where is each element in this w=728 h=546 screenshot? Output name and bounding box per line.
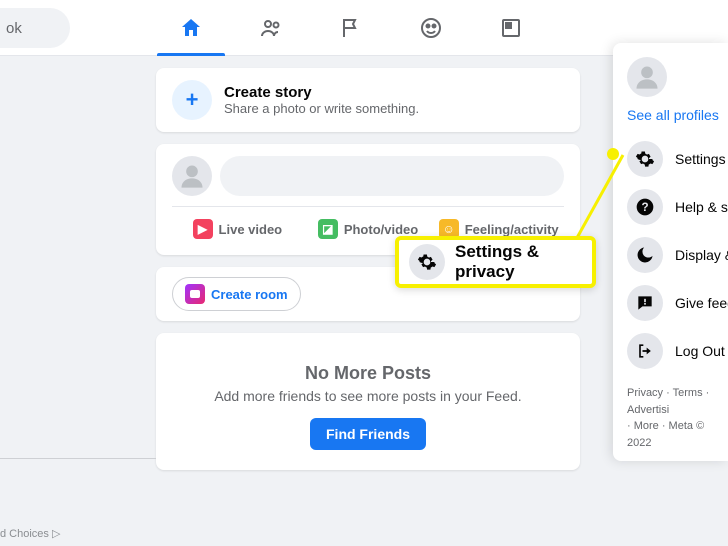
help-icon: ? — [627, 189, 663, 225]
find-friends-button[interactable]: Find Friends — [310, 418, 426, 450]
no-posts-title: No More Posts — [172, 363, 564, 384]
avatar[interactable] — [172, 156, 212, 196]
nav-home[interactable] — [155, 0, 227, 56]
camera-icon — [185, 284, 205, 304]
search-input[interactable]: ok — [0, 8, 70, 48]
live-video-label: Live video — [219, 222, 283, 237]
avatar — [627, 57, 667, 97]
live-video-button[interactable]: ▶ Live video — [172, 211, 303, 247]
settings-privacy-callout: Settings & privacy — [395, 236, 596, 288]
account-dropdown: See all profiles Settings & priv ? Help … — [613, 43, 728, 461]
composer-top — [172, 156, 564, 196]
nav-center — [155, 0, 547, 56]
nav-gaming[interactable] — [475, 0, 547, 56]
create-story-card[interactable]: + Create story Share a photo or write so… — [156, 68, 580, 132]
friends-icon — [259, 16, 283, 40]
plus-icon: + — [172, 80, 212, 120]
menu-display[interactable]: Display & acce — [627, 231, 728, 279]
flag-icon — [339, 16, 363, 40]
footer-line-1: Privacy · Terms · Advertisi — [627, 385, 728, 418]
callout-label: Settings & privacy — [455, 242, 582, 282]
no-posts-card: No More Posts Add more friends to see mo… — [156, 333, 580, 470]
composer-input[interactable] — [220, 156, 564, 196]
home-icon — [179, 16, 203, 40]
bottom-fragment: d Choices ▷ — [0, 527, 60, 540]
dropdown-profile-row[interactable] — [627, 57, 728, 97]
annotation-line — [568, 150, 628, 250]
divider — [172, 206, 564, 207]
search-fragment-text: ok — [6, 20, 22, 37]
nav-groups[interactable] — [395, 0, 467, 56]
annotation-dot — [607, 148, 619, 160]
left-divider — [0, 458, 156, 459]
photo-video-label: Photo/video — [344, 222, 418, 237]
nav-pages[interactable] — [315, 0, 387, 56]
menu-label: Give feedback — [675, 295, 728, 311]
see-all-profiles-link[interactable]: See all profiles — [627, 107, 728, 123]
gear-icon — [627, 141, 663, 177]
moon-icon — [627, 237, 663, 273]
story-subtitle: Share a photo or write something. — [224, 101, 419, 116]
video-icon: ▶ — [193, 219, 213, 239]
feedback-icon — [627, 285, 663, 321]
nav-friends[interactable] — [235, 0, 307, 56]
story-title: Create story — [224, 84, 419, 101]
person-icon — [633, 63, 661, 91]
feeling-label: Feeling/activity — [465, 222, 559, 237]
story-text: Create story Share a photo or write some… — [224, 84, 419, 116]
menu-settings-privacy[interactable]: Settings & priv — [627, 135, 728, 183]
gear-icon — [409, 244, 445, 280]
photo-icon: ◪ — [318, 219, 338, 239]
create-room-label: Create room — [211, 287, 288, 302]
menu-logout[interactable]: Log Out — [627, 327, 728, 375]
menu-help-support[interactable]: ? Help & support — [627, 183, 728, 231]
logout-icon — [627, 333, 663, 369]
menu-label: Display & acce — [675, 247, 728, 263]
svg-text:?: ? — [641, 201, 648, 214]
gaming-icon — [499, 16, 523, 40]
footer-line-2: · More · Meta © 2022 — [627, 418, 728, 451]
menu-label: Settings & priv — [675, 151, 728, 167]
menu-label: Log Out — [675, 343, 725, 359]
person-icon — [178, 162, 206, 190]
no-posts-subtitle: Add more friends to see more posts in yo… — [172, 388, 564, 404]
menu-label: Help & support — [675, 199, 728, 215]
create-room-button[interactable]: Create room — [172, 277, 301, 311]
dropdown-footer: Privacy · Terms · Advertisi · More · Met… — [627, 385, 728, 451]
groups-icon — [419, 16, 443, 40]
menu-feedback[interactable]: Give feedback — [627, 279, 728, 327]
